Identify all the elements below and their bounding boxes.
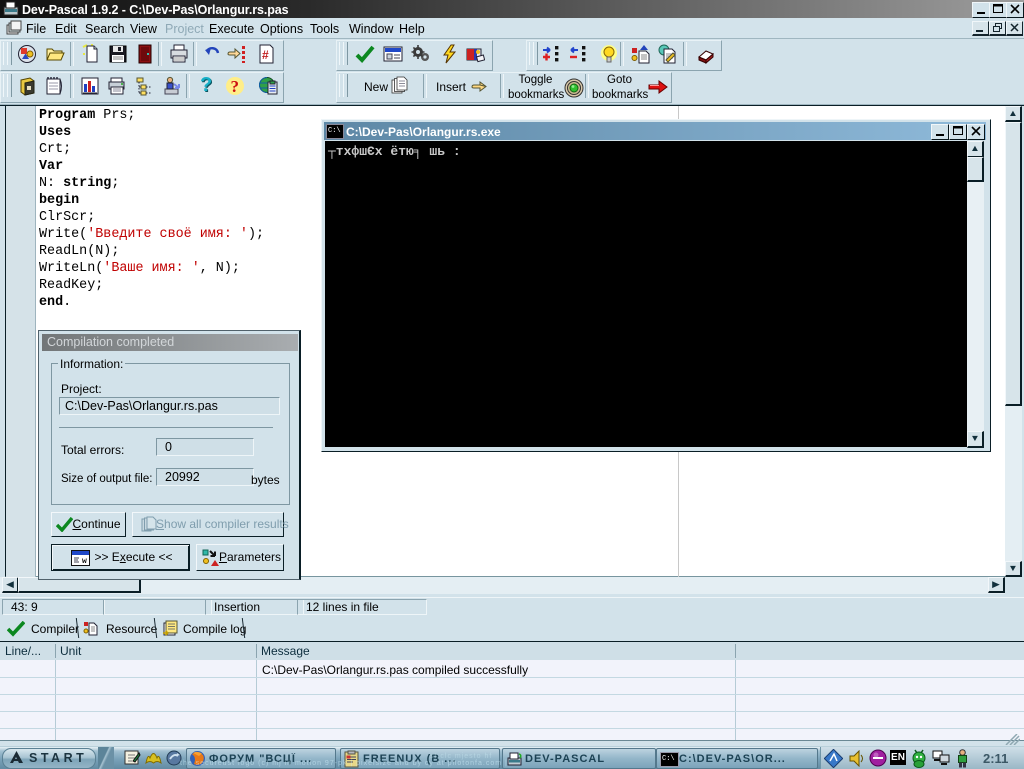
svg-text:#: # (262, 48, 269, 62)
svg-text:w: w (82, 557, 87, 566)
svg-text:?: ? (231, 77, 240, 96)
